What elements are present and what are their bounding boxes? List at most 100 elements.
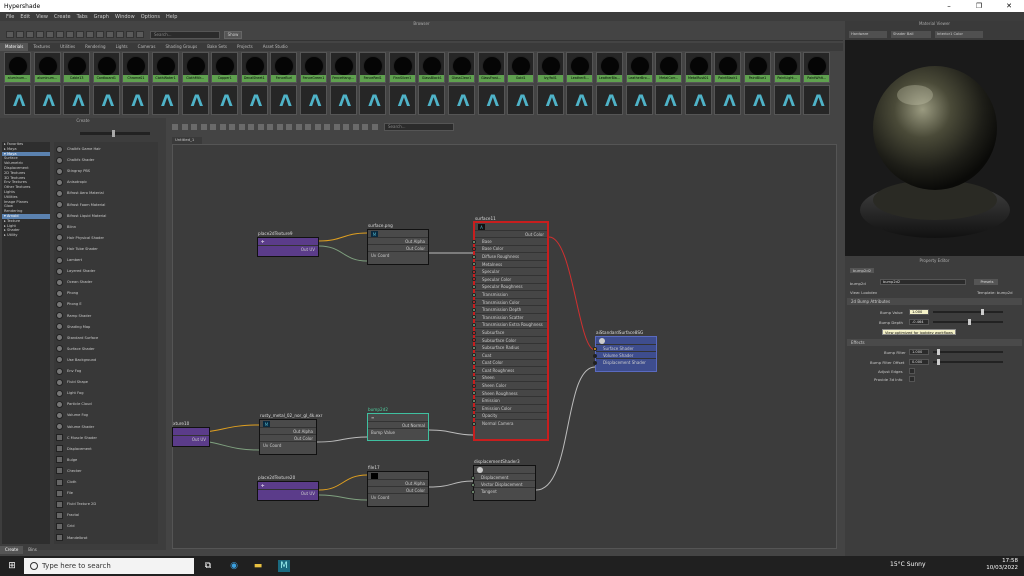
material-swatch[interactable]: FenceGreen1	[300, 52, 327, 83]
material-swatch[interactable]: MetalRust01	[684, 52, 712, 83]
material-swatch[interactable]: FenceHang...	[329, 52, 357, 83]
input-port[interactable]	[472, 269, 476, 274]
graph-tool-button[interactable]	[200, 124, 207, 130]
arnold-swatch[interactable]: Λ	[92, 85, 120, 115]
graph-tool-button[interactable]	[238, 124, 245, 130]
material-swatch[interactable]: PaintLight...	[773, 52, 801, 83]
bump-filter-offset-field[interactable]: 0.000	[909, 359, 929, 365]
bump-value-slider[interactable]	[933, 309, 1003, 315]
create-item[interactable]: File	[56, 488, 156, 498]
attribute-port[interactable]: Sheen	[472, 373, 547, 382]
tab-cameras[interactable]: Cameras	[133, 43, 161, 51]
input-port[interactable]	[472, 262, 476, 267]
toolbar-button[interactable]	[96, 31, 104, 38]
input-port[interactable]	[472, 353, 476, 358]
attribute-port[interactable]: Coat Roughness	[472, 366, 547, 374]
bump-filter-slider[interactable]	[933, 349, 1003, 355]
renderer-dropdown[interactable]: Hardware	[849, 31, 887, 38]
arnold-swatch[interactable]: Λ	[744, 85, 771, 115]
arnold-swatch[interactable]: Λ	[477, 85, 505, 115]
material-swatch[interactable]: Cardboard1	[92, 52, 120, 83]
arnold-swatch[interactable]: Λ	[4, 85, 31, 115]
surface-png-node[interactable]: surface.png M Out Alpha Out Color Uv Coo…	[367, 223, 429, 265]
input-port[interactable]	[472, 315, 476, 320]
weather-widget[interactable]: 15°C Sunny	[890, 561, 926, 568]
graph-tool-button[interactable]	[172, 124, 178, 130]
adjust-edges-checkbox[interactable]	[909, 368, 915, 374]
graph-tool-button[interactable]	[219, 124, 226, 130]
toolbar-button[interactable]	[106, 31, 114, 38]
toolbar-button[interactable]	[116, 31, 124, 38]
menu-edit[interactable]: Edit	[20, 14, 30, 20]
tab-utilities[interactable]: Utilities	[55, 43, 80, 51]
input-port[interactable]	[593, 346, 597, 351]
create-item[interactable]: Ramp Shader	[56, 311, 156, 321]
create-item[interactable]: Blinn	[56, 222, 156, 232]
input-port[interactable]	[472, 277, 476, 282]
attribute-port[interactable]: Subsurface Color	[472, 335, 547, 344]
create-item[interactable]: Grid	[56, 521, 156, 531]
arnold-swatch[interactable]: Λ	[300, 85, 327, 115]
create-item[interactable]: Env Fog	[56, 366, 156, 376]
create-item[interactable]: Anisotropic	[56, 177, 156, 187]
input-port[interactable]	[472, 406, 476, 411]
create-item[interactable]: Bifrost Liquid Material	[56, 211, 156, 221]
create-item[interactable]: Chalkfx Game Hair	[56, 144, 156, 154]
tab-rendering[interactable]: Rendering	[80, 43, 110, 51]
graph-tool-button[interactable]	[362, 124, 368, 130]
material-swatch[interactable]: Ivy/fall1	[536, 52, 564, 83]
toolbar-button[interactable]	[26, 31, 34, 38]
input-port[interactable]	[472, 361, 476, 365]
graph-tool-button[interactable]	[181, 124, 188, 130]
input-port[interactable]	[472, 307, 476, 312]
create-item[interactable]: Layered Shader	[56, 266, 156, 276]
arnold-swatch[interactable]: Λ	[152, 85, 179, 115]
material-swatch[interactable]: GlassFrost...	[477, 52, 505, 83]
graph-tool-button[interactable]	[371, 124, 378, 130]
arnold-swatch[interactable]: Λ	[211, 85, 239, 115]
create-item[interactable]: Phong E	[56, 299, 156, 309]
maya-icon[interactable]: M	[278, 560, 290, 572]
arnold-swatch[interactable]: Λ	[33, 85, 61, 115]
attribute-port[interactable]: Transmission Extra Roughness	[472, 320, 547, 329]
tree-item[interactable]: ▸ Utility	[2, 233, 50, 238]
create-item[interactable]: Phong	[56, 288, 156, 298]
input-port[interactable]	[472, 254, 476, 259]
node-name-field[interactable]: bump2d2	[880, 279, 966, 285]
attribute-port[interactable]: Surface Shader	[593, 344, 656, 351]
tab-asset-studio[interactable]: Asset Studio	[258, 43, 293, 51]
windows-start-icon[interactable]: ⊞	[6, 560, 18, 572]
create-item[interactable]: Bulge	[56, 455, 156, 465]
input-port[interactable]	[472, 285, 476, 290]
attribute-port[interactable]: Displacement Shader	[593, 358, 656, 365]
attribute-port[interactable]: Coat	[472, 350, 547, 359]
attribute-port[interactable]: Transmission Depth	[472, 305, 547, 313]
input-port[interactable]	[472, 345, 476, 350]
displacement-shader-node[interactable]: displacementShader3 Displacement Vector D…	[471, 459, 536, 501]
create-item[interactable]: Shading Map	[56, 322, 156, 332]
create-item[interactable]: Volume Fog	[56, 410, 156, 420]
arnold-swatch[interactable]: Λ	[329, 85, 357, 115]
bump-value-field[interactable]: 1.000	[909, 309, 929, 315]
material-swatch[interactable]: PaintWhit...	[803, 52, 831, 83]
input-port[interactable]	[472, 368, 476, 373]
arnold-swatch[interactable]: Λ	[566, 85, 594, 115]
graph-tool-button[interactable]	[324, 124, 330, 130]
menu-help[interactable]: Help	[166, 14, 177, 20]
attribute-port[interactable]: Tangent	[471, 487, 535, 494]
toolbar-button[interactable]	[16, 31, 24, 38]
input-port[interactable]	[471, 475, 475, 480]
graph-tool-button[interactable]	[257, 124, 264, 130]
material-swatch[interactable]: LeatherBro...	[625, 52, 653, 83]
toolbar-button[interactable]	[126, 31, 134, 38]
material-swatch[interactable]: PaintBlue1	[744, 52, 771, 83]
slider-handle[interactable]	[936, 349, 940, 355]
attribute-port[interactable]: Subsurface	[472, 328, 547, 336]
bump-filter-field[interactable]: 1.000	[909, 349, 929, 355]
menu-file[interactable]: File	[6, 14, 14, 20]
create-item[interactable]: Hair Physical Shader	[56, 233, 156, 243]
input-port[interactable]	[471, 482, 475, 487]
graph-tool-button[interactable]	[276, 124, 283, 130]
create-item[interactable]: Fluid Shape	[56, 377, 156, 387]
clock[interactable]: 17:58 10/03/2022	[986, 558, 1018, 572]
